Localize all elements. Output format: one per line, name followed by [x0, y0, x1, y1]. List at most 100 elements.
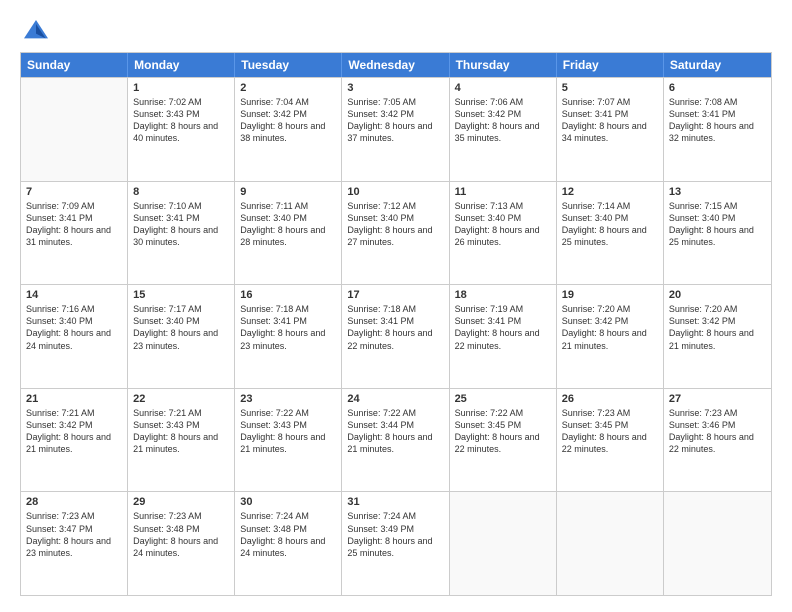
day-header-wednesday: Wednesday [342, 53, 449, 77]
cell-info: Sunrise: 7:14 AMSunset: 3:40 PMDaylight:… [562, 200, 658, 249]
day-number: 18 [455, 289, 551, 301]
cell-info: Sunrise: 7:13 AMSunset: 3:40 PMDaylight:… [455, 200, 551, 249]
calendar-row-5: 28 Sunrise: 7:23 AMSunset: 3:47 PMDayligh… [21, 491, 771, 595]
cell-info: Sunrise: 7:18 AMSunset: 3:41 PMDaylight:… [347, 303, 443, 352]
calendar-cell [557, 492, 664, 595]
day-header-thursday: Thursday [450, 53, 557, 77]
cell-info: Sunrise: 7:19 AMSunset: 3:41 PMDaylight:… [455, 303, 551, 352]
cell-info: Sunrise: 7:12 AMSunset: 3:40 PMDaylight:… [347, 200, 443, 249]
calendar-cell [21, 78, 128, 181]
cell-info: Sunrise: 7:02 AMSunset: 3:43 PMDaylight:… [133, 96, 229, 145]
day-number: 19 [562, 289, 658, 301]
day-number: 21 [26, 393, 122, 405]
logo [20, 16, 56, 48]
cell-info: Sunrise: 7:16 AMSunset: 3:40 PMDaylight:… [26, 303, 122, 352]
calendar-body: 1 Sunrise: 7:02 AMSunset: 3:43 PMDaylight… [21, 77, 771, 595]
calendar-cell [450, 492, 557, 595]
day-number: 27 [669, 393, 766, 405]
day-header-tuesday: Tuesday [235, 53, 342, 77]
calendar-row-2: 7 Sunrise: 7:09 AMSunset: 3:41 PMDaylight… [21, 181, 771, 285]
logo-icon [20, 16, 52, 48]
calendar-cell: 3Sunrise: 7:05 AMSunset: 3:42 PMDaylight… [342, 78, 449, 181]
calendar-row-1: 1 Sunrise: 7:02 AMSunset: 3:43 PMDaylight… [21, 77, 771, 181]
cell-info: Sunrise: 7:22 AMSunset: 3:44 PMDaylight:… [347, 407, 443, 456]
day-number: 9 [240, 186, 336, 198]
day-number: 1 [133, 82, 229, 94]
day-header-saturday: Saturday [664, 53, 771, 77]
cell-info: Sunrise: 7:10 AMSunset: 3:41 PMDaylight:… [133, 200, 229, 249]
day-number: 5 [562, 82, 658, 94]
cell-info: Sunrise: 7:24 AMSunset: 3:49 PMDaylight:… [347, 510, 443, 559]
day-number: 24 [347, 393, 443, 405]
calendar-cell: 25 Sunrise: 7:22 AMSunset: 3:45 PMDayligh… [450, 389, 557, 492]
page: SundayMondayTuesdayWednesdayThursdayFrid… [0, 0, 792, 612]
day-number: 17 [347, 289, 443, 301]
calendar-cell: 19 Sunrise: 7:20 AMSunset: 3:42 PMDayligh… [557, 285, 664, 388]
day-number: 15 [133, 289, 229, 301]
day-number: 16 [240, 289, 336, 301]
cell-info: Sunrise: 7:05 AMSunset: 3:42 PMDaylight:… [347, 96, 443, 145]
calendar-cell: 18 Sunrise: 7:19 AMSunset: 3:41 PMDayligh… [450, 285, 557, 388]
calendar-cell: 14 Sunrise: 7:16 AMSunset: 3:40 PMDayligh… [21, 285, 128, 388]
day-header-friday: Friday [557, 53, 664, 77]
day-number: 6 [669, 82, 766, 94]
day-number: 7 [26, 186, 122, 198]
cell-info: Sunrise: 7:15 AMSunset: 3:40 PMDaylight:… [669, 200, 766, 249]
calendar-row-4: 21 Sunrise: 7:21 AMSunset: 3:42 PMDayligh… [21, 388, 771, 492]
calendar-cell: 1 Sunrise: 7:02 AMSunset: 3:43 PMDaylight… [128, 78, 235, 181]
cell-info: Sunrise: 7:21 AMSunset: 3:42 PMDaylight:… [26, 407, 122, 456]
calendar-cell: 4Sunrise: 7:06 AMSunset: 3:42 PMDaylight… [450, 78, 557, 181]
calendar-cell: 6 Sunrise: 7:08 AMSunset: 3:41 PMDaylight… [664, 78, 771, 181]
day-number: 2 [240, 82, 336, 94]
calendar-cell: 23Sunrise: 7:22 AMSunset: 3:43 PMDayligh… [235, 389, 342, 492]
calendar-header: SundayMondayTuesdayWednesdayThursdayFrid… [21, 53, 771, 77]
calendar-cell: 26 Sunrise: 7:23 AMSunset: 3:45 PMDayligh… [557, 389, 664, 492]
calendar-cell: 31 Sunrise: 7:24 AMSunset: 3:49 PMDayligh… [342, 492, 449, 595]
calendar-cell: 11 Sunrise: 7:13 AMSunset: 3:40 PMDayligh… [450, 182, 557, 285]
calendar-cell: 12 Sunrise: 7:14 AMSunset: 3:40 PMDayligh… [557, 182, 664, 285]
day-number: 8 [133, 186, 229, 198]
day-number: 28 [26, 496, 122, 508]
cell-info: Sunrise: 7:23 AMSunset: 3:47 PMDaylight:… [26, 510, 122, 559]
day-number: 31 [347, 496, 443, 508]
day-number: 20 [669, 289, 766, 301]
calendar-cell: 17 Sunrise: 7:18 AMSunset: 3:41 PMDayligh… [342, 285, 449, 388]
day-number: 25 [455, 393, 551, 405]
cell-info: Sunrise: 7:08 AMSunset: 3:41 PMDaylight:… [669, 96, 766, 145]
calendar-cell: 10 Sunrise: 7:12 AMSunset: 3:40 PMDayligh… [342, 182, 449, 285]
cell-info: Sunrise: 7:21 AMSunset: 3:43 PMDaylight:… [133, 407, 229, 456]
cell-info: Sunrise: 7:23 AMSunset: 3:45 PMDaylight:… [562, 407, 658, 456]
calendar-cell: 22 Sunrise: 7:21 AMSunset: 3:43 PMDayligh… [128, 389, 235, 492]
calendar-cell: 24 Sunrise: 7:22 AMSunset: 3:44 PMDayligh… [342, 389, 449, 492]
calendar-cell: 16 Sunrise: 7:18 AMSunset: 3:41 PMDayligh… [235, 285, 342, 388]
cell-info: Sunrise: 7:20 AMSunset: 3:42 PMDaylight:… [669, 303, 766, 352]
calendar-cell: 8 Sunrise: 7:10 AMSunset: 3:41 PMDaylight… [128, 182, 235, 285]
calendar-cell: 5 Sunrise: 7:07 AMSunset: 3:41 PMDaylight… [557, 78, 664, 181]
day-number: 12 [562, 186, 658, 198]
day-number: 26 [562, 393, 658, 405]
calendar-cell: 13Sunrise: 7:15 AMSunset: 3:40 PMDayligh… [664, 182, 771, 285]
calendar-cell: 9Sunrise: 7:11 AMSunset: 3:40 PMDaylight… [235, 182, 342, 285]
calendar-cell: 21 Sunrise: 7:21 AMSunset: 3:42 PMDayligh… [21, 389, 128, 492]
cell-info: Sunrise: 7:20 AMSunset: 3:42 PMDaylight:… [562, 303, 658, 352]
day-number: 22 [133, 393, 229, 405]
cell-info: Sunrise: 7:22 AMSunset: 3:45 PMDaylight:… [455, 407, 551, 456]
cell-info: Sunrise: 7:24 AMSunset: 3:48 PMDaylight:… [240, 510, 336, 559]
cell-info: Sunrise: 7:09 AMSunset: 3:41 PMDaylight:… [26, 200, 122, 249]
calendar-cell: 29Sunrise: 7:23 AMSunset: 3:48 PMDayligh… [128, 492, 235, 595]
calendar-cell: 28 Sunrise: 7:23 AMSunset: 3:47 PMDayligh… [21, 492, 128, 595]
cell-info: Sunrise: 7:06 AMSunset: 3:42 PMDaylight:… [455, 96, 551, 145]
cell-info: Sunrise: 7:23 AMSunset: 3:48 PMDaylight:… [133, 510, 229, 559]
cell-info: Sunrise: 7:22 AMSunset: 3:43 PMDaylight:… [240, 407, 336, 456]
day-number: 14 [26, 289, 122, 301]
calendar-cell: 20 Sunrise: 7:20 AMSunset: 3:42 PMDayligh… [664, 285, 771, 388]
cell-info: Sunrise: 7:17 AMSunset: 3:40 PMDaylight:… [133, 303, 229, 352]
day-number: 10 [347, 186, 443, 198]
calendar-cell: 27Sunrise: 7:23 AMSunset: 3:46 PMDayligh… [664, 389, 771, 492]
cell-info: Sunrise: 7:07 AMSunset: 3:41 PMDaylight:… [562, 96, 658, 145]
calendar-cell: 7 Sunrise: 7:09 AMSunset: 3:41 PMDaylight… [21, 182, 128, 285]
calendar-cell [664, 492, 771, 595]
cell-info: Sunrise: 7:18 AMSunset: 3:41 PMDaylight:… [240, 303, 336, 352]
day-number: 11 [455, 186, 551, 198]
calendar-cell: 15 Sunrise: 7:17 AMSunset: 3:40 PMDayligh… [128, 285, 235, 388]
